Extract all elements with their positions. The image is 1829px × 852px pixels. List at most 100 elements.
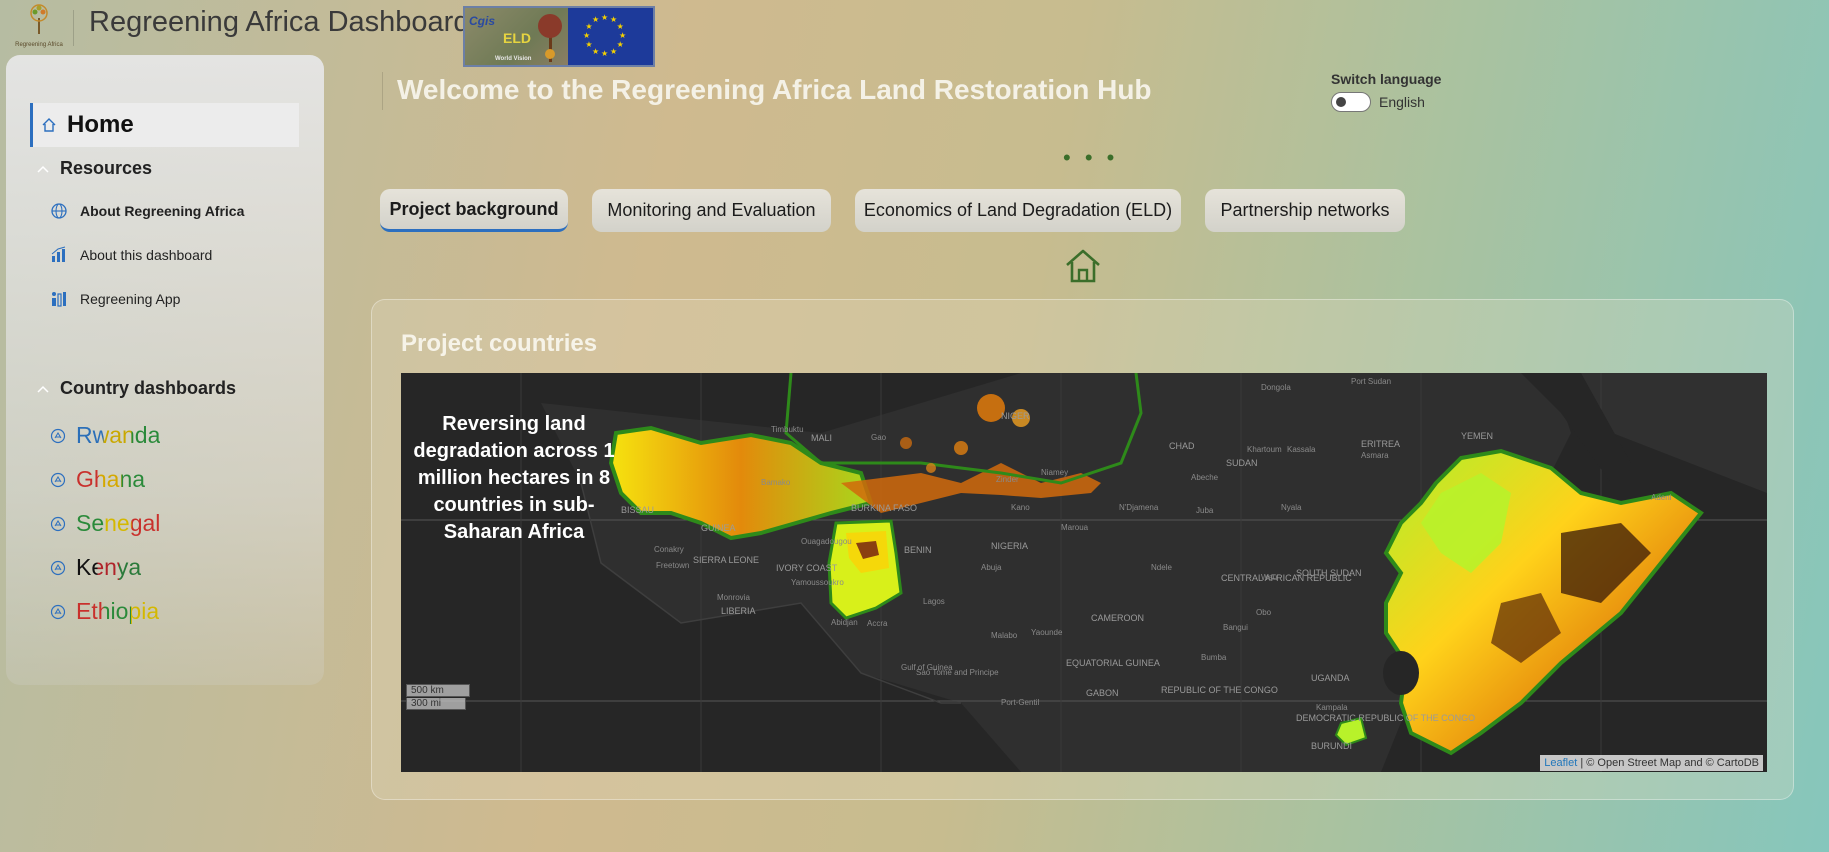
attribution-text: | © Open Street Map and © CartoDB	[1577, 757, 1759, 769]
sidebar-item-country-rwanda[interactable]: Rwanda	[50, 422, 160, 449]
sidebar-item-label: Regreening App	[80, 291, 181, 307]
map-place-label: GUINEA	[701, 523, 736, 533]
map-place-label: Conakry	[654, 545, 684, 554]
app-icon	[52, 292, 66, 307]
map-place-label: N'Djamena	[1119, 503, 1159, 512]
map-place-label: Abidjan	[831, 618, 858, 627]
map-place-label: Adeni	[1651, 493, 1672, 502]
chevron-up-icon	[37, 385, 49, 393]
map-place-label: BURUNDI	[1311, 741, 1353, 751]
sidebar-item-about-regreening[interactable]: About Regreening Africa	[50, 202, 244, 220]
map-place-label: Asmara	[1361, 451, 1389, 460]
map-place-label: Freetown	[656, 561, 690, 570]
sidebar-item-country-kenya[interactable]: Kenya	[50, 554, 141, 581]
eu-star-icon: ★	[601, 49, 609, 58]
sidebar-item-label: Home	[67, 111, 134, 138]
country-dashboards-label: Country dashboards	[60, 378, 237, 398]
map-place-label: Ndele	[1151, 563, 1172, 572]
sidebar-item-label: About Regreening Africa	[80, 203, 245, 219]
tab-monitoring-evaluation[interactable]: Monitoring and Evaluation	[592, 189, 831, 232]
map-place-label: SUDAN	[1226, 458, 1258, 468]
map-place-label: Bangui	[1223, 623, 1248, 632]
eu-star-icon: ★	[592, 15, 600, 25]
map-place-label: Kano	[1011, 503, 1030, 512]
tab-project-background[interactable]: Project background	[380, 189, 568, 232]
map-place-label: SIERRA LEONE	[693, 555, 760, 565]
eu-star-icon: ★	[616, 40, 624, 49]
eu-star-icon: ★	[583, 31, 591, 40]
map-place-label: IVORY COAST	[776, 563, 838, 573]
map-place-label: Port-Gentil	[1001, 698, 1040, 707]
sidebar-item-label: Kenya	[76, 554, 142, 580]
sidebar-item-home[interactable]: Home	[30, 103, 299, 147]
project-countries-map[interactable]: Reversing land degradation across 1 mill…	[401, 373, 1767, 772]
sidebar-item-country-ghana[interactable]: Ghana	[50, 466, 145, 493]
map-place-label: GABON	[1086, 688, 1119, 698]
language-toggle[interactable]	[1331, 92, 1371, 112]
map-place-label: Bumba	[1201, 653, 1227, 662]
country-dashboards-section-toggle[interactable]: Country dashboards	[36, 378, 236, 399]
resources-section-label: Resources	[60, 158, 153, 178]
map-caption: Reversing land degradation across 1 mill…	[413, 413, 615, 543]
sidebar-item-label: About this dashboard	[80, 247, 213, 263]
eu-star-icon: ★	[585, 40, 593, 49]
map-place-label: MALI	[811, 433, 833, 443]
partner-logos: Cgis ELD World Vision ★ ★ ★ ★ ★ ★ ★ ★ ★ ★ ★ ★	[463, 6, 655, 67]
page-title: Welcome to the Regreening Africa Land Re…	[397, 74, 1152, 105]
chevron-up-icon	[37, 165, 49, 173]
partner-tree-icon	[538, 14, 562, 62]
map-place-label: ERITREA	[1361, 439, 1401, 449]
eu-star-icon: ★	[592, 46, 600, 56]
top-bar: Regreening Africa Regreening Africa Dash…	[0, 0, 700, 67]
sidebar-item-label: Ethiopia	[76, 598, 160, 624]
switch-language-label: Switch language	[1331, 71, 1442, 87]
tab-label: Partnership networks	[1220, 200, 1390, 220]
header-divider	[73, 10, 74, 46]
map-place-label: BISSAU	[621, 505, 655, 515]
leaflet-link[interactable]: Leaflet	[1544, 757, 1577, 769]
country-dashboard-icon	[50, 604, 66, 619]
card-title: Project countries	[401, 330, 598, 357]
map-place-label: Kassala	[1287, 445, 1316, 454]
map-place-label: SOUTH SUDAN	[1296, 568, 1362, 578]
tab-economics-land-degradation[interactable]: Economics of Land Degradation (ELD)	[855, 189, 1181, 232]
scale-km: 500 km	[406, 684, 470, 697]
map-place-label: REPUBLIC OF THE CONGO	[1161, 685, 1278, 695]
map-place-label: Maroua	[1061, 523, 1089, 532]
partner-logo-eld: ELD	[503, 30, 531, 46]
eu-flag: ★ ★ ★ ★ ★ ★ ★ ★ ★ ★ ★ ★	[568, 8, 653, 65]
map-place-label: BENIN	[904, 545, 932, 555]
sidebar-item-country-ethiopia[interactable]: Ethiopia	[50, 598, 159, 625]
tab-partnership-networks[interactable]: Partnership networks	[1205, 189, 1405, 232]
map-place-label: CAMEROON	[1091, 613, 1145, 623]
map-place-label: Niamey	[1041, 468, 1069, 477]
sidebar-item-regreening-app[interactable]: Regreening App	[50, 290, 180, 308]
map-place-label: Yaounde	[1031, 628, 1063, 637]
scale-mi: 300 mi	[406, 698, 466, 710]
sidebar-item-country-senegal[interactable]: Senegal	[50, 510, 160, 537]
country-dashboard-icon	[50, 560, 66, 575]
map-place-label: LIBERIA	[721, 606, 756, 616]
sidebar-item-about-dashboard[interactable]: About this dashboard	[50, 246, 212, 264]
map-place-label: Abeche	[1191, 473, 1219, 482]
map-place-label: Port Sudan	[1351, 377, 1392, 386]
language-switcher: Switch language English	[1331, 71, 1441, 112]
map-place-label: Juba	[1196, 506, 1214, 515]
map-place-label: Monrovia	[717, 593, 750, 602]
map-place-label: Kampala	[1316, 703, 1348, 712]
home-icon[interactable]	[1064, 248, 1102, 284]
tab-label: Project background	[389, 198, 559, 219]
toggle-knob	[1336, 97, 1346, 107]
project-countries-card: Project countries Reversing land degrada…	[371, 299, 1794, 800]
more-dots-icon[interactable]: • • •	[1063, 145, 1118, 171]
map-place-label: Lagos	[923, 597, 945, 606]
map-place-label: Abuja	[981, 563, 1002, 572]
chart-icon	[51, 246, 66, 262]
eu-star-icon: ★	[619, 31, 627, 40]
resources-section-toggle[interactable]: Resources	[36, 158, 152, 179]
map-place-label: NIGERIA	[991, 541, 1029, 551]
regreening-logo[interactable]: Regreening Africa	[12, 4, 66, 48]
home-icon	[42, 118, 56, 132]
map-place-label: BURKINA FASO	[851, 503, 918, 513]
map-place-label: DEMOCRATIC REPUBLIC OF THE CONGO	[1296, 713, 1476, 723]
